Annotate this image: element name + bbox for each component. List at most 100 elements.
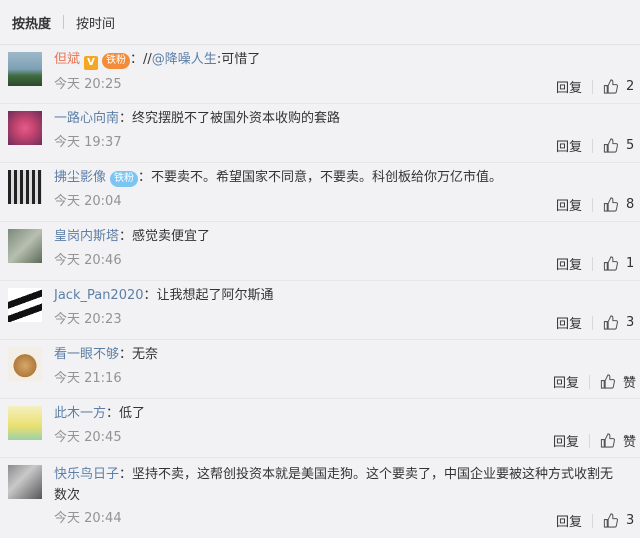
comment-time: 今天 20:44 <box>54 511 122 526</box>
comment-item: 皇岗内斯塔：感觉卖便宜了 今天 20:46 回复 1 <box>0 221 640 280</box>
comment-time: 今天 19:37 <box>54 135 122 150</box>
fan-badge: 铁粉 <box>102 53 131 69</box>
username-link[interactable]: 但斌 <box>54 52 80 67</box>
tab-sort-time[interactable]: 按时间 <box>76 13 115 32</box>
reply-button[interactable]: 回复 <box>556 511 582 530</box>
divider <box>588 433 590 448</box>
avatar[interactable] <box>8 111 42 145</box>
comment-time: 今天 20:46 <box>54 253 122 268</box>
comment-content: 看一眼不够：无奈 <box>54 347 159 362</box>
avatar[interactable] <box>8 170 42 204</box>
reply-button[interactable]: 回复 <box>556 77 582 96</box>
comment-actions: 回复 1 <box>556 254 636 273</box>
like-count: 赞 <box>622 376 636 391</box>
thumbs-up-icon <box>603 315 618 330</box>
like-count: 赞 <box>622 435 636 450</box>
reply-button[interactable]: 回复 <box>556 254 582 273</box>
avatar[interactable] <box>8 288 42 322</box>
divider <box>592 138 593 153</box>
divider <box>592 315 593 330</box>
like-button[interactable]: 5 <box>603 138 636 153</box>
comment-text: 坚持不卖，这帮创投资本就是美国走狗。这个要卖了，中国企业要被这种方式收割无数次 <box>54 467 614 503</box>
thumbs-up-icon <box>603 138 618 153</box>
comment-actions: 回复 8 <box>556 195 636 214</box>
comment-content: 皇岗内斯塔：感觉卖便宜了 <box>54 229 211 244</box>
comment-item: 但斌 V 铁粉 ：//@降噪人生:可惜了 今天 20:25 回复 2 <box>0 44 640 103</box>
divider <box>592 197 593 212</box>
like-count: 2 <box>626 79 635 94</box>
sort-bar: 按热度 按时间 <box>0 0 640 44</box>
comment-item: 此木一方：低了 今天 20:45 回复 赞 <box>0 398 640 457</box>
divider <box>592 79 593 94</box>
comment-content: 拂尘影像 铁粉 ：不要卖不。希望国家不同意，不要卖。科创板给你万亿市值。 <box>54 170 503 187</box>
like-count: 3 <box>626 315 635 330</box>
comment-text: //@降噪人生:可惜了 <box>143 52 261 67</box>
comment-actions: 回复 赞 <box>553 372 636 391</box>
comment-actions: 回复 赞 <box>553 431 636 450</box>
like-button[interactable]: 赞 <box>600 431 636 450</box>
comment-text: 让我想起了阿尔斯通 <box>156 288 274 303</box>
comment-actions: 回复 5 <box>556 136 636 155</box>
comment-actions: 回复 3 <box>556 511 636 530</box>
comment-content: 快乐鸟日子：坚持不卖，这帮创投资本就是美国走狗。这个要卖了，中国企业要被这种方式… <box>54 467 614 503</box>
thumbs-up-icon <box>603 197 618 212</box>
like-button[interactable]: 3 <box>603 315 636 330</box>
like-button[interactable]: 赞 <box>600 372 636 391</box>
avatar[interactable] <box>8 347 42 381</box>
thumbs-up-icon <box>600 433 615 448</box>
reply-button[interactable]: 回复 <box>556 313 582 332</box>
divider <box>592 256 593 271</box>
comment-text: 低了 <box>119 406 146 421</box>
comment-item: 快乐鸟日子：坚持不卖，这帮创投资本就是美国走狗。这个要卖了，中国企业要被这种方式… <box>0 457 640 537</box>
reply-button[interactable]: 回复 <box>556 136 582 155</box>
username-link[interactable]: 看一眼不够 <box>54 347 119 362</box>
username-link[interactable]: 一路心向南 <box>54 111 119 126</box>
avatar[interactable] <box>8 229 42 263</box>
mention-link[interactable]: @降噪人生 <box>152 52 217 67</box>
like-button[interactable]: 1 <box>603 256 636 271</box>
avatar[interactable] <box>8 406 42 440</box>
comment-content: 但斌 V 铁粉 ：//@降噪人生:可惜了 <box>54 52 261 70</box>
comment-content: 一路心向南：终究摆脱不了被国外资本收购的套路 <box>54 111 341 126</box>
username-link[interactable]: 皇岗内斯塔 <box>54 229 119 244</box>
username-link[interactable]: 此木一方 <box>54 406 106 421</box>
reply-button[interactable]: 回复 <box>556 195 582 214</box>
like-count: 8 <box>626 197 635 212</box>
like-button[interactable]: 3 <box>603 513 636 528</box>
like-count: 5 <box>626 138 635 153</box>
like-count: 1 <box>626 256 635 271</box>
comment-content: 此木一方：低了 <box>54 406 146 421</box>
comment-text: 无奈 <box>132 347 159 362</box>
comment-time: 今天 20:23 <box>54 312 122 327</box>
reply-button[interactable]: 回复 <box>553 431 579 450</box>
username-link[interactable]: 拂尘影像 <box>54 170 106 185</box>
comment-text: 感觉卖便宜了 <box>132 229 211 244</box>
verified-badge: V <box>84 56 99 70</box>
thumbs-up-icon <box>603 513 618 528</box>
reply-button[interactable]: 回复 <box>553 372 579 391</box>
thumbs-up-icon <box>600 374 615 389</box>
avatar[interactable] <box>8 465 42 499</box>
like-button[interactable]: 8 <box>603 197 636 212</box>
thumbs-up-icon <box>603 79 618 94</box>
avatar[interactable] <box>8 52 42 86</box>
comment-time: 今天 20:25 <box>54 77 122 92</box>
username-link[interactable]: Jack_Pan2020 <box>54 288 144 303</box>
divider <box>588 374 590 389</box>
comment-content: Jack_Pan2020：让我想起了阿尔斯通 <box>54 288 274 303</box>
like-count: 3 <box>626 513 635 528</box>
comment-list: 但斌 V 铁粉 ：//@降噪人生:可惜了 今天 20:25 回复 2 一路心向南：终究… <box>0 44 640 537</box>
comment-text: 不要卖不。希望国家不同意，不要卖。科创板给你万亿市值。 <box>151 170 503 185</box>
comment-item: Jack_Pan2020：让我想起了阿尔斯通 今天 20:23 回复 3 <box>0 280 640 339</box>
fan-badge: 铁粉 <box>110 171 139 187</box>
comment-item: 看一眼不够：无奈 今天 21:16 回复 赞 <box>0 339 640 398</box>
thumbs-up-icon <box>603 256 618 271</box>
comment-actions: 回复 2 <box>556 77 636 96</box>
comment-actions: 回复 3 <box>556 313 636 332</box>
tab-sort-hot[interactable]: 按热度 <box>12 13 51 32</box>
divider <box>592 513 593 528</box>
comment-item: 一路心向南：终究摆脱不了被国外资本收购的套路 今天 19:37 回复 5 <box>0 103 640 162</box>
username-link[interactable]: 快乐鸟日子 <box>54 467 119 482</box>
like-button[interactable]: 2 <box>603 79 636 94</box>
divider <box>63 15 65 29</box>
